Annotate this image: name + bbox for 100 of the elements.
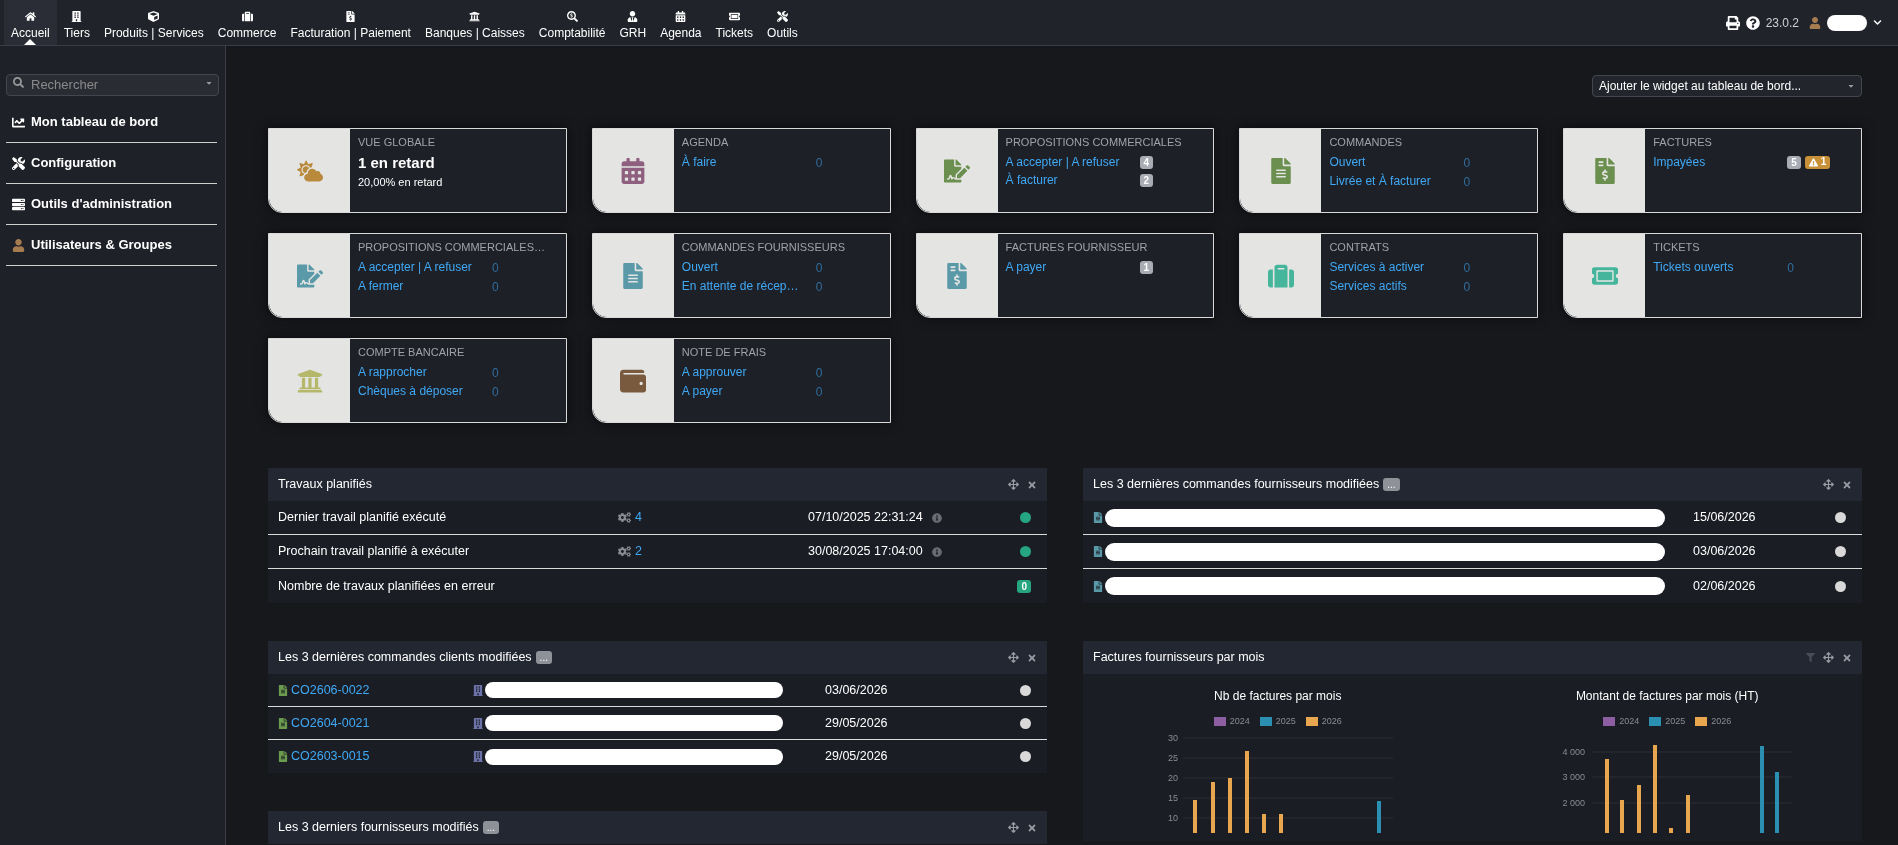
- user-icon[interactable]: [1809, 16, 1821, 29]
- order-ref-link[interactable]: CO2603-0015: [291, 747, 370, 766]
- count-badge: 2: [1139, 173, 1154, 187]
- print-icon[interactable]: [1725, 15, 1740, 30]
- search-icon: [13, 77, 24, 88]
- tools-icon: [776, 10, 788, 22]
- overdue-subline: 20,00% en retard: [358, 175, 444, 191]
- card-title: COMMANDES: [1329, 135, 1404, 150]
- row-label: Prochain travail planifié à exécuter: [278, 543, 471, 561]
- badge-count: 1: [1820, 157, 1827, 167]
- date-text: 29/05/2026: [825, 714, 888, 732]
- close-icon[interactable]: [1027, 652, 1037, 663]
- briefcase-icon: [241, 10, 253, 22]
- sidebar-link[interactable]: Utilisateurs & Groupes: [31, 235, 172, 255]
- building-icon: [473, 751, 483, 762]
- close-icon[interactable]: [1027, 822, 1037, 833]
- card-link[interactable]: Ouvert: [681, 259, 810, 276]
- menu-tab[interactable]: Banques | Caisses: [417, 0, 532, 45]
- date-text: 03/06/2026: [825, 681, 888, 699]
- caret-icon: [205, 79, 213, 87]
- card-link[interactable]: A approuver: [681, 364, 810, 381]
- chart-bar: [1775, 771, 1780, 833]
- menu-tab[interactable]: Tickets: [708, 0, 761, 45]
- move-icon[interactable]: [1008, 479, 1019, 490]
- menu-tab[interactable]: Produits | Services: [96, 0, 211, 45]
- legend-label: 2025: [1665, 715, 1686, 728]
- card-link[interactable]: A fermer: [358, 278, 486, 295]
- menu-tab[interactable]: Accueil: [4, 0, 57, 45]
- card-link[interactable]: Livrée et À facturer: [1329, 173, 1458, 190]
- chart-bar: [1686, 794, 1691, 833]
- document-icon: [1093, 580, 1103, 592]
- chart-bar: [1192, 799, 1197, 833]
- building-icon: [473, 717, 483, 729]
- menu-tab[interactable]: Agenda: [653, 0, 709, 45]
- chart-bar: [1376, 800, 1381, 833]
- sidebar-link[interactable]: Configuration: [31, 153, 117, 173]
- menu-tab[interactable]: Tiers: [56, 0, 97, 45]
- count-text: 0: [1787, 259, 1794, 277]
- order-ref-link[interactable]: CO2604-0021: [291, 713, 370, 733]
- card-title: FACTURES: [1653, 135, 1713, 150]
- card-link[interactable]: Impayées: [1653, 153, 1782, 171]
- document-icon: [278, 684, 288, 696]
- sidebar-link[interactable]: Mon tableau de bord: [31, 112, 159, 132]
- card-link[interactable]: A payer: [681, 383, 810, 400]
- picker-value: Ajouter le widget au tableau de bord...: [1599, 78, 1802, 95]
- count-text: 0: [492, 259, 499, 277]
- card-link[interactable]: Tickets ouverts: [1653, 259, 1782, 276]
- card-title: TICKETS: [1653, 240, 1701, 255]
- widget-picker[interactable]: Ajouter le widget au tableau de bord...: [1592, 75, 1862, 97]
- chart-bar: [1620, 799, 1625, 833]
- card-title: COMPTE BANCAIRE: [358, 345, 466, 360]
- document-icon: [1093, 512, 1103, 523]
- bank-icon: [469, 10, 481, 22]
- info-icon: [932, 546, 942, 557]
- menu-tab[interactable]: GRH: [612, 0, 654, 45]
- sidebar-link[interactable]: Outils d'administration: [31, 194, 173, 214]
- cube-icon: [148, 10, 160, 22]
- menu-tab[interactable]: Comptabilité: [531, 0, 613, 45]
- cogs-icon: [618, 546, 631, 557]
- legend-label: 2025: [1275, 715, 1296, 728]
- menu-tab[interactable]: Facturation | Paiement: [283, 0, 418, 45]
- axis-tick-label: 10: [1167, 812, 1178, 823]
- datetime-text: 30/08/2025 17:04:00: [808, 543, 924, 561]
- chart-bar: [1210, 781, 1215, 833]
- close-icon[interactable]: [1842, 652, 1852, 663]
- search-field[interactable]: Rechercher: [6, 73, 219, 96]
- move-icon[interactable]: [1008, 652, 1019, 663]
- move-icon[interactable]: [1823, 479, 1834, 490]
- card-title: VUE GLOBALE: [358, 135, 437, 150]
- chevron-down-icon[interactable]: [1873, 18, 1882, 27]
- order-ref-link[interactable]: CO2606-0022: [291, 680, 370, 700]
- card-link[interactable]: À faire: [681, 154, 810, 171]
- card-link[interactable]: A payer: [1005, 258, 1134, 276]
- close-icon[interactable]: [1842, 479, 1852, 490]
- menu-tab[interactable]: Outils: [760, 0, 805, 45]
- move-icon[interactable]: [1823, 652, 1834, 663]
- count-text: 0: [815, 383, 823, 401]
- building-icon: [71, 10, 83, 22]
- card-link[interactable]: Services actifs: [1329, 278, 1458, 295]
- card-link[interactable]: A accepter | A refuser: [358, 259, 486, 276]
- count-text: 0: [1463, 173, 1471, 191]
- card-link[interactable]: Chèques à déposer: [358, 383, 486, 400]
- job-count-link[interactable]: 4: [635, 508, 642, 527]
- menu-tab[interactable]: Commerce: [210, 0, 284, 45]
- chart-bar: [1261, 813, 1266, 833]
- card-link[interactable]: En attente de récep…: [681, 278, 810, 295]
- date-text: 02/06/2026: [1693, 577, 1756, 595]
- job-count-link[interactable]: 2: [635, 542, 642, 561]
- card-link[interactable]: Ouvert: [1329, 154, 1458, 171]
- card-link[interactable]: A accepter | A refuser: [1005, 153, 1134, 171]
- close-icon[interactable]: [1027, 479, 1037, 490]
- help-icon[interactable]: [1745, 15, 1760, 30]
- card-link[interactable]: A rapprocher: [358, 364, 486, 381]
- card-link[interactable]: À facturer: [1005, 171, 1134, 189]
- count-badge: 5: [1787, 155, 1801, 169]
- count-badge: 0: [1017, 579, 1031, 593]
- card-link[interactable]: Services à activer: [1329, 259, 1458, 276]
- redaction-bar: [1827, 14, 1867, 31]
- card-title: AGENDA: [681, 135, 730, 150]
- move-icon[interactable]: [1008, 822, 1019, 833]
